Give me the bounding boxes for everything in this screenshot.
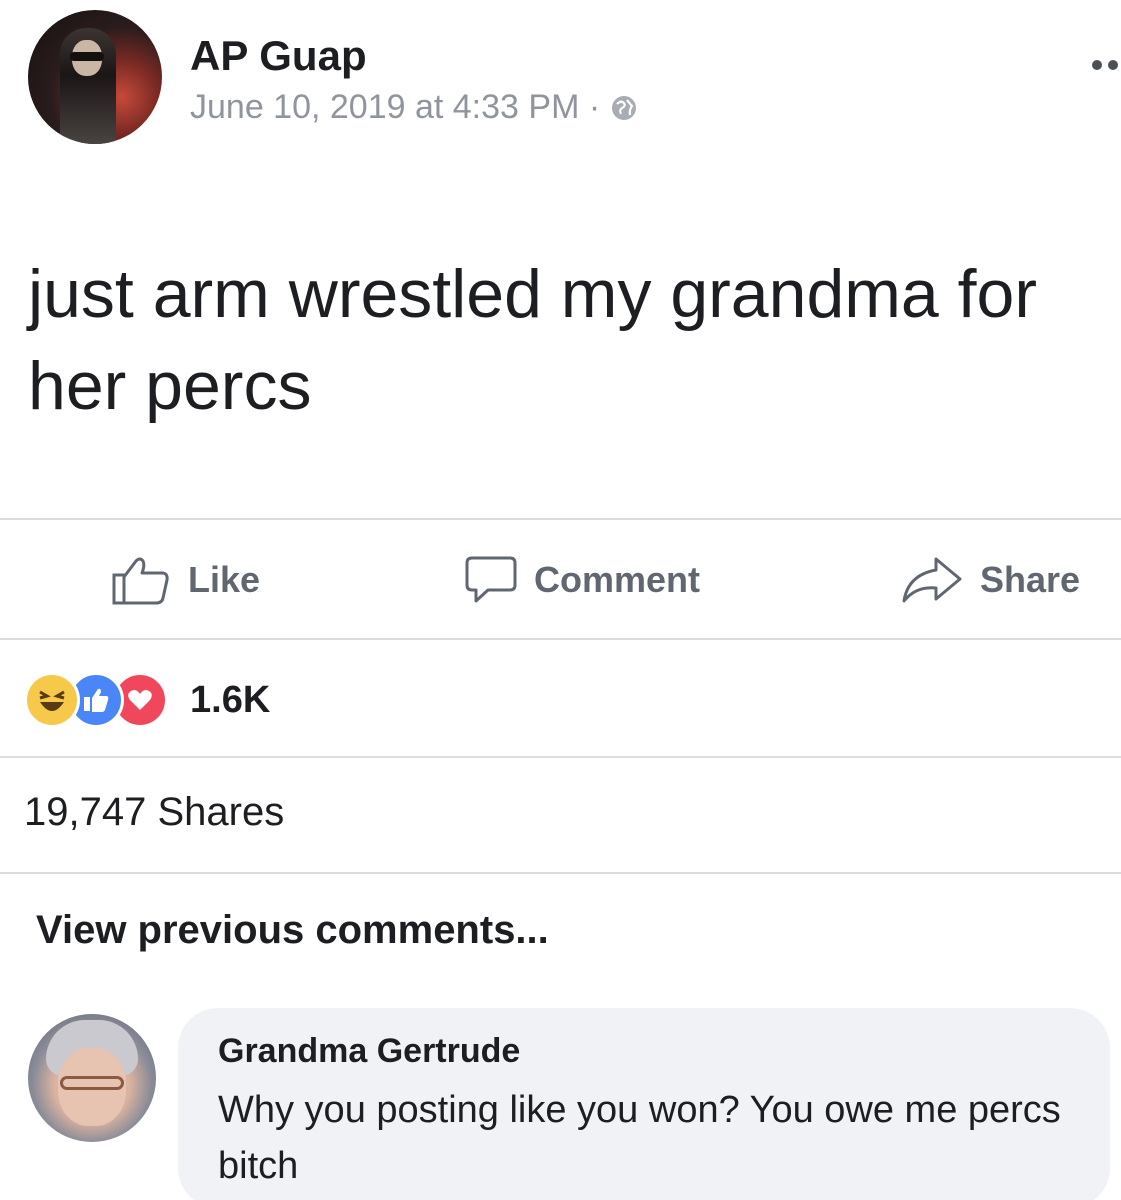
divider xyxy=(0,638,1121,640)
share-label: Share xyxy=(980,559,1081,600)
post-timestamp[interactable]: June 10, 2019 at 4:33 PM · xyxy=(190,88,638,127)
facebook-post: AP Guap June 10, 2019 at 4:33 PM · just … xyxy=(0,0,1121,1200)
comment-author[interactable]: Grandma Gertrude xyxy=(218,1032,520,1071)
timestamp-text[interactable]: June 10, 2019 at 4:33 PM · xyxy=(190,88,600,127)
post-text: just arm wrestled my grandma for her per… xyxy=(28,256,1037,424)
like-button[interactable]: Like xyxy=(110,550,260,610)
author-avatar[interactable] xyxy=(28,10,162,144)
divider xyxy=(0,518,1121,520)
comment-text: Why you posting like you won? You owe me… xyxy=(218,1089,1061,1187)
view-previous-comments-link[interactable]: View previous comments... xyxy=(36,908,549,953)
comment-button[interactable]: Comment xyxy=(464,550,700,610)
commenter-avatar[interactable] xyxy=(28,1014,156,1142)
more-options-icon[interactable] xyxy=(1092,60,1121,70)
comment-label: Comment xyxy=(534,559,701,600)
haha-reaction-icon xyxy=(24,672,80,728)
divider xyxy=(0,872,1121,874)
shares-count[interactable]: 19,747 Shares xyxy=(24,790,284,835)
author-name[interactable]: AP Guap xyxy=(190,32,367,80)
reactions-summary[interactable]: 1.6K xyxy=(24,672,270,728)
like-label: Like xyxy=(188,559,261,600)
share-button[interactable]: Share xyxy=(900,550,1080,610)
divider xyxy=(0,756,1121,758)
globe-icon xyxy=(612,95,637,120)
comment-bubble-icon xyxy=(465,556,517,603)
reaction-count[interactable]: 1.6K xyxy=(190,679,270,722)
thumbs-up-icon xyxy=(112,557,169,605)
share-arrow-icon xyxy=(902,557,962,603)
